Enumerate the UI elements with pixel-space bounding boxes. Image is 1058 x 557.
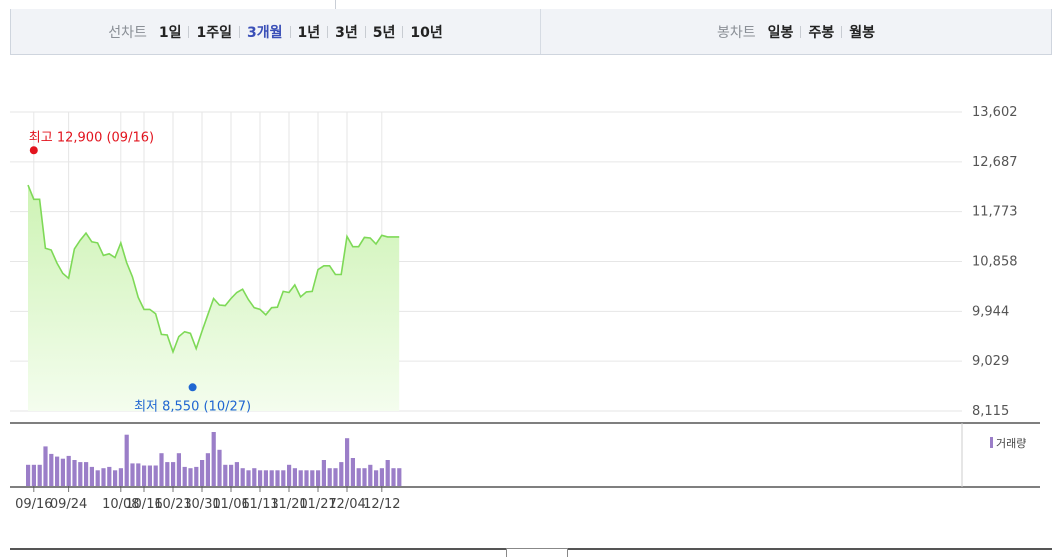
volume-bar [89,466,94,486]
volume-bar [49,453,54,486]
y-tick-label: 9,029 [972,354,1009,369]
volume-bar [275,470,280,486]
volume-bar [287,464,292,486]
volume-bars [26,432,402,486]
volume-bar [118,468,123,486]
low-marker [188,383,197,392]
volume-bar [229,464,234,486]
volume-bar [78,462,83,486]
high-marker [29,146,38,155]
volume-bar [31,464,36,486]
volume-bar [350,458,355,486]
volume-bar [298,470,303,486]
volume-bar [101,468,106,486]
low-label: 최저 8,550 (10/27) [134,399,251,414]
price-area [27,184,400,411]
volume-bar [188,468,193,486]
volume-bar [223,464,228,486]
volume-bar [327,468,332,486]
y-tick-label: 13,602 [972,105,1018,120]
volume-bar [55,456,60,486]
volume-bar [362,468,367,486]
volume-bar [159,453,164,486]
volume-bar [194,466,199,486]
volume-bar [374,470,379,486]
volume-legend-swatch [990,437,993,448]
volume-bar [60,458,65,486]
y-tick-label: 8,115 [972,404,1009,419]
volume-bar [263,470,268,486]
volume-bar [379,468,384,486]
high-label: 최고 12,900 (09/16) [29,130,154,145]
volume-legend-label: 거래량 [996,437,1026,450]
volume-bar [310,470,315,486]
volume-bar [258,470,263,486]
y-tick-label: 12,687 [972,155,1018,170]
y-tick-label: 11,773 [972,205,1018,220]
x-tick-label: 12/04 [328,497,365,512]
volume-bar [321,460,326,486]
volume-bar [246,470,251,486]
volume-bar [113,470,118,486]
volume-bar [316,470,321,486]
volume-bar [339,462,344,486]
volume-bar [385,460,390,486]
volume-bar [292,468,297,486]
volume-bar [171,462,176,486]
volume-bar [252,468,257,486]
volume-bar [130,463,135,486]
axes [10,422,1040,492]
x-tick-label: 12/12 [363,497,400,512]
bottom-border [10,548,1052,557]
volume-bar [165,462,170,486]
volume-bar [333,468,338,486]
volume-bar [153,465,158,486]
volume-bar [211,432,216,486]
x-tick-label: 09/24 [50,497,87,512]
volume-bar [345,438,350,486]
volume-bar [205,453,210,486]
volume-bar [240,468,245,486]
volume-bar [37,464,42,486]
volume-bar [95,470,100,486]
x-tick-label: 09/16 [15,497,52,512]
volume-bar [269,470,274,486]
volume-bar [281,470,286,486]
volume-bar [136,463,141,486]
volume-bar [43,446,48,486]
volume-bar [391,468,396,486]
price-chart: 13,602 12,687 11,773 10,858 9,944 9,029 8,115 0… [10,105,1040,512]
volume-bar [217,449,222,486]
volume-bar [26,464,31,486]
volume-bar [84,462,89,486]
volume-bar [368,464,373,486]
volume-bar [234,462,239,486]
volume-bar [107,466,112,486]
volume-bar [397,468,402,486]
volume-bar [72,460,77,486]
bottom-tab [506,548,568,557]
volume-bar [147,465,152,486]
volume-bar [182,466,187,486]
y-tick-label: 9,944 [972,304,1009,319]
volume-bar [142,465,147,486]
volume-bar [304,470,309,486]
chart-labels: 13,602 12,687 11,773 10,858 9,944 9,029 8,115 0… [15,105,1026,512]
volume-bar [124,434,129,486]
volume-bar [66,455,71,486]
volume-bar [356,468,361,486]
volume-bar [200,460,205,486]
volume-bar [176,453,181,486]
y-tick-label: 10,858 [972,255,1018,270]
